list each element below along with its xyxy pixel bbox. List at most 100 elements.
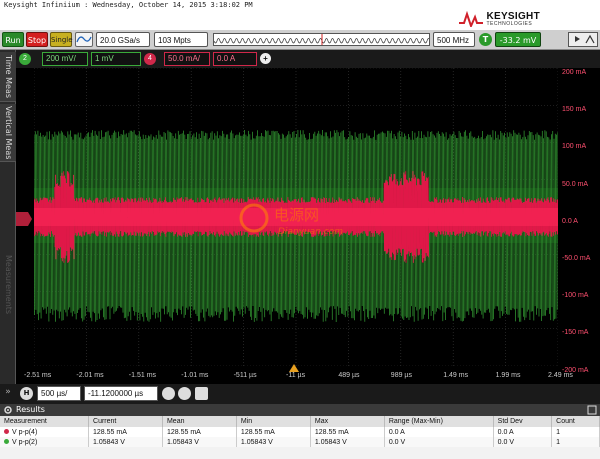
results-header: Results [0, 404, 600, 416]
panel-options-icon[interactable] [587, 405, 597, 415]
trigger-position-icon[interactable] [289, 364, 299, 372]
y-tick-label: 50.0 mA [562, 180, 589, 188]
y-tick-label: 100 mA [562, 143, 587, 151]
results-column-header[interactable]: Count [551, 416, 600, 427]
measurement-name: V p-p(4) [0, 427, 90, 437]
channel-ground-marker[interactable] [16, 212, 32, 226]
results-table: Measurement Current Mean Min Max Range (Max-M… [0, 416, 600, 447]
channel-controls: 2 200 mV/ 1 mV 4 50.0 mA/ 0.0 A + [16, 50, 600, 68]
brand-bar: KEYSIGHT TECHNOLOGIES [0, 10, 600, 30]
results-title: Results [16, 405, 45, 414]
window-title: Keysight Infiniium : Wednesday, October … [0, 0, 600, 10]
results-column-header[interactable]: Mean [162, 416, 237, 427]
tab-measurements[interactable]: Measurements [0, 240, 16, 330]
overview-waveform [214, 34, 429, 45]
waveform-grid: 电源网 Dianyuan.com [34, 68, 558, 366]
measurement-value: 128.55 mA [162, 427, 237, 437]
channel-color-dot-icon [4, 439, 9, 445]
channel-4-button[interactable]: 4 [144, 53, 156, 65]
brand-tagline: TECHNOLOGIES [486, 20, 533, 27]
brand-name: KEYSIGHT [486, 10, 540, 22]
channel-color-dot-icon [4, 429, 9, 435]
measurement-value: 1.05843 V [310, 437, 385, 447]
side-panel: Time Meas Vertical Meas Measurements [0, 50, 16, 390]
measurement-value: 1.05843 V [88, 437, 163, 447]
horizontal-scale-field[interactable]: 500 µs/ [37, 386, 81, 401]
tab-time-meas[interactable]: Time Meas [0, 52, 16, 102]
y-tick-label: -100 mA [562, 292, 589, 300]
x-tick-label: -511 µs [233, 372, 257, 379]
results-column-header[interactable]: Std Dev [493, 416, 553, 427]
autoscale-icon [76, 36, 92, 43]
add-channel-button[interactable]: + [260, 53, 271, 64]
x-axis-labels: -2.51 ms -2.01 ms -1.51 ms -1.01 ms -511 µs -… [16, 364, 600, 384]
x-tick-label: -11 µs [286, 372, 306, 379]
bandwidth-field[interactable]: 500 MHz [433, 32, 475, 47]
stop-button[interactable]: Stop [26, 32, 48, 47]
results-column-header[interactable]: Max [310, 416, 385, 427]
measurement-value: 1 [551, 427, 600, 437]
y-tick-label: 150 mA [562, 106, 587, 114]
measurement-value: 0.0 V [493, 437, 553, 447]
measurement-value: 128.55 mA [310, 427, 385, 437]
timebase-ref-icon[interactable] [178, 387, 191, 400]
watermark-en: Dianyuan.com [278, 227, 343, 237]
x-tick-label: 989 µs [390, 372, 412, 379]
y-tick-label: 0.0 A [562, 217, 578, 225]
keysight-logo: KEYSIGHT TECHNOLOGIES [458, 11, 540, 27]
single-button[interactable]: Single [50, 32, 73, 47]
measurement-value: 128.55 mA [236, 427, 311, 437]
measurement-value: 1.05843 V [236, 437, 311, 447]
waveform-display[interactable]: 电源网 Dianyuan.com [34, 68, 558, 366]
channel-2-button[interactable]: 2 [19, 53, 31, 65]
measurement-label: V p-p(2) [12, 438, 38, 446]
measurement-name: V p-p(2) [0, 437, 90, 447]
results-column-header[interactable]: Min [236, 416, 311, 427]
results-column-header[interactable]: Range (Max-Min) [384, 416, 494, 427]
trigger-icon[interactable]: T [479, 33, 492, 46]
horizontal-menu-icon[interactable] [195, 387, 208, 400]
x-tick-label: 1.99 ms [495, 372, 521, 379]
x-tick-label: 2.49 ms [548, 372, 573, 379]
channel-4-scale[interactable]: 50.0 mA/ [164, 52, 210, 66]
acquisition-overview[interactable] [213, 33, 430, 46]
y-tick-label: -150 mA [562, 329, 589, 337]
memory-depth-field[interactable]: 103 Mpts [154, 32, 208, 47]
results-row[interactable]: V p-p(2) 1.05843 V 1.05843 V 1.05843 V 1.058… [0, 437, 600, 447]
trigger-level-field[interactable]: -33.2 mV [495, 32, 541, 47]
gear-icon[interactable] [3, 405, 13, 415]
y-axis-labels: 200 mA 150 mA 100 mA 50.0 mA 0.0 A -50.0 mA -1… [560, 68, 600, 374]
results-panel: Results Measurement Current Mean Min Max Rang… [0, 404, 600, 459]
watermark-cn: 电源网 [274, 206, 319, 224]
channel-4-offset[interactable]: 0.0 A [213, 52, 257, 66]
measurement-label: V p-p(4) [12, 428, 38, 436]
x-tick-label: -1.51 ms [128, 372, 157, 379]
measurement-value: 128.55 mA [88, 427, 163, 437]
x-tick-label: 1.49 ms [443, 372, 469, 379]
toolbar-tools[interactable] [568, 32, 598, 47]
channel-2-offset[interactable]: 1 mV [91, 52, 141, 66]
y-tick-label: 200 mA [562, 69, 587, 76]
horizontal-icon[interactable]: H [20, 387, 33, 400]
measurement-value: 0.0 A [493, 427, 553, 437]
horizontal-delay-field[interactable]: -11.1200000 µs [84, 386, 158, 401]
results-column-header[interactable]: Current [88, 416, 163, 427]
expand-sidebar-icon[interactable]: » [0, 387, 16, 400]
results-column-header[interactable]: Measurement [0, 416, 90, 427]
measurement-value: 1.05843 V [162, 437, 237, 447]
x-tick-label: -1.01 ms [181, 372, 209, 379]
x-tick-label: -2.51 ms [24, 372, 52, 379]
toolbar: Run Stop Single 20.0 GSa/s 103 Mpts 500 … [0, 30, 600, 50]
sample-rate-field[interactable]: 20.0 GSa/s [96, 32, 150, 47]
measurement-value: 0.0 A [384, 427, 494, 437]
results-row[interactable]: V p-p(4) 128.55 mA 128.55 mA 128.55 mA 128.5… [0, 427, 600, 437]
autoscale-button[interactable] [75, 32, 93, 47]
tools-icon [568, 32, 598, 47]
channel-2-scale[interactable]: 200 mV/ [42, 52, 88, 66]
tab-vertical-meas[interactable]: Vertical Meas [0, 104, 16, 162]
measurement-value: 1 [551, 437, 600, 447]
run-button[interactable]: Run [2, 32, 24, 47]
y-tick-label: -50.0 mA [562, 255, 591, 262]
x-tick-label: 489 µs [338, 372, 360, 379]
zoom-icon[interactable] [162, 387, 175, 400]
